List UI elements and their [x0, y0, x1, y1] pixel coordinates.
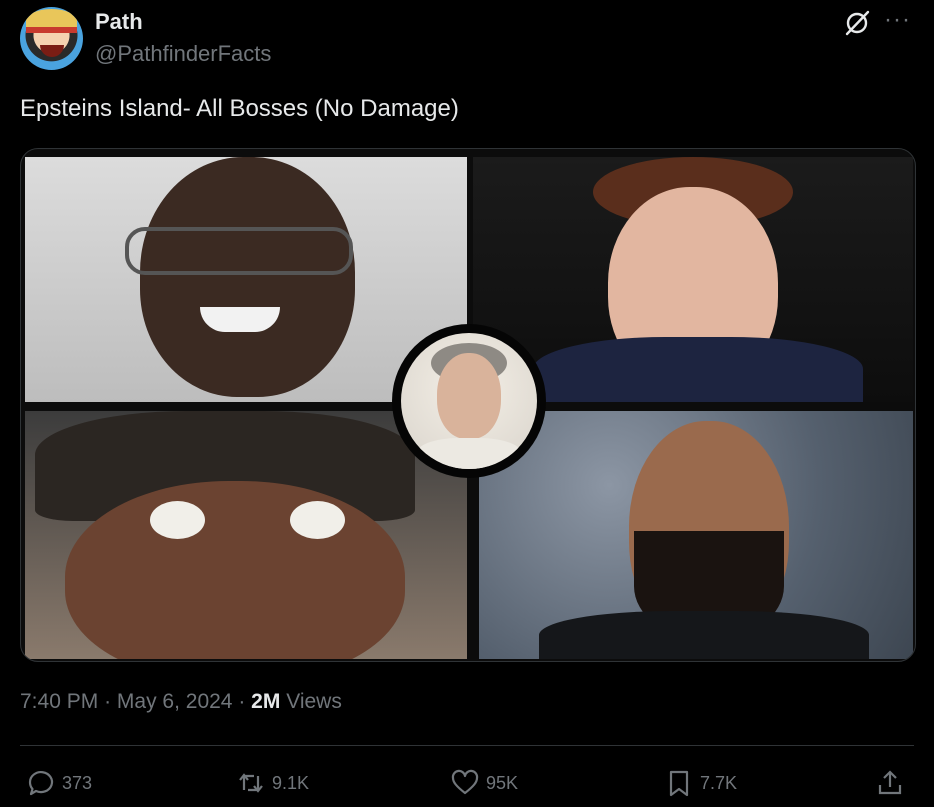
like-button[interactable]: 95K	[450, 767, 518, 799]
avatar-band-shape	[26, 27, 77, 33]
center-portrait	[392, 324, 546, 478]
tweet-date[interactable]: May 6, 2024	[117, 690, 233, 713]
views-label: Views	[286, 690, 342, 713]
tweet-time[interactable]: 7:40 PM	[20, 690, 98, 713]
divider	[20, 745, 914, 746]
repost-count: 9.1K	[272, 772, 310, 793]
repost-icon	[239, 773, 263, 793]
shirt-shape	[416, 438, 522, 469]
like-count: 95K	[486, 772, 519, 793]
bookmark-icon	[669, 770, 689, 797]
collage-panel-bottom-left	[25, 411, 467, 659]
face-shape	[437, 353, 501, 439]
views-count: 2M	[251, 690, 281, 713]
display-name[interactable]: Path	[95, 9, 143, 35]
shirt-shape	[533, 337, 863, 402]
reply-button[interactable]: 373	[26, 767, 92, 799]
share-icon	[878, 770, 902, 795]
glasses-shape	[125, 227, 353, 275]
tweet-text: Epsteins Island- All Bosses (No Damage)	[20, 95, 459, 122]
reply-icon	[28, 771, 54, 796]
heart-icon	[451, 769, 479, 795]
eye-left-shape	[150, 501, 205, 539]
meta-separator: ·	[104, 690, 112, 713]
jacket-shape	[539, 611, 869, 659]
center-portrait-image	[401, 333, 537, 469]
collage-panel-bottom-right	[479, 411, 913, 659]
more-icon[interactable]: ···	[884, 6, 911, 34]
repost-button[interactable]: 9.1K	[236, 767, 309, 799]
bookmark-button[interactable]: 7.7K	[664, 767, 737, 799]
share-button[interactable]	[875, 767, 905, 799]
avatar[interactable]	[20, 7, 83, 70]
tweet-meta: 7:40 PM · May 6, 2024 · 2M Views	[20, 690, 342, 714]
face-shape	[140, 157, 355, 397]
reply-count: 373	[62, 772, 93, 793]
eye-right-shape	[290, 501, 345, 539]
face-shape	[65, 481, 405, 659]
avatar-smile-shape	[40, 45, 64, 57]
smile-shape	[200, 307, 280, 332]
bookmark-count: 7.7K	[700, 772, 738, 793]
tweet-media[interactable]	[20, 148, 916, 662]
meta-separator: ·	[238, 690, 246, 713]
grok-icon[interactable]	[843, 9, 871, 37]
user-handle[interactable]: @PathfinderFacts	[95, 41, 271, 67]
collage-panel-top-right	[473, 157, 913, 402]
